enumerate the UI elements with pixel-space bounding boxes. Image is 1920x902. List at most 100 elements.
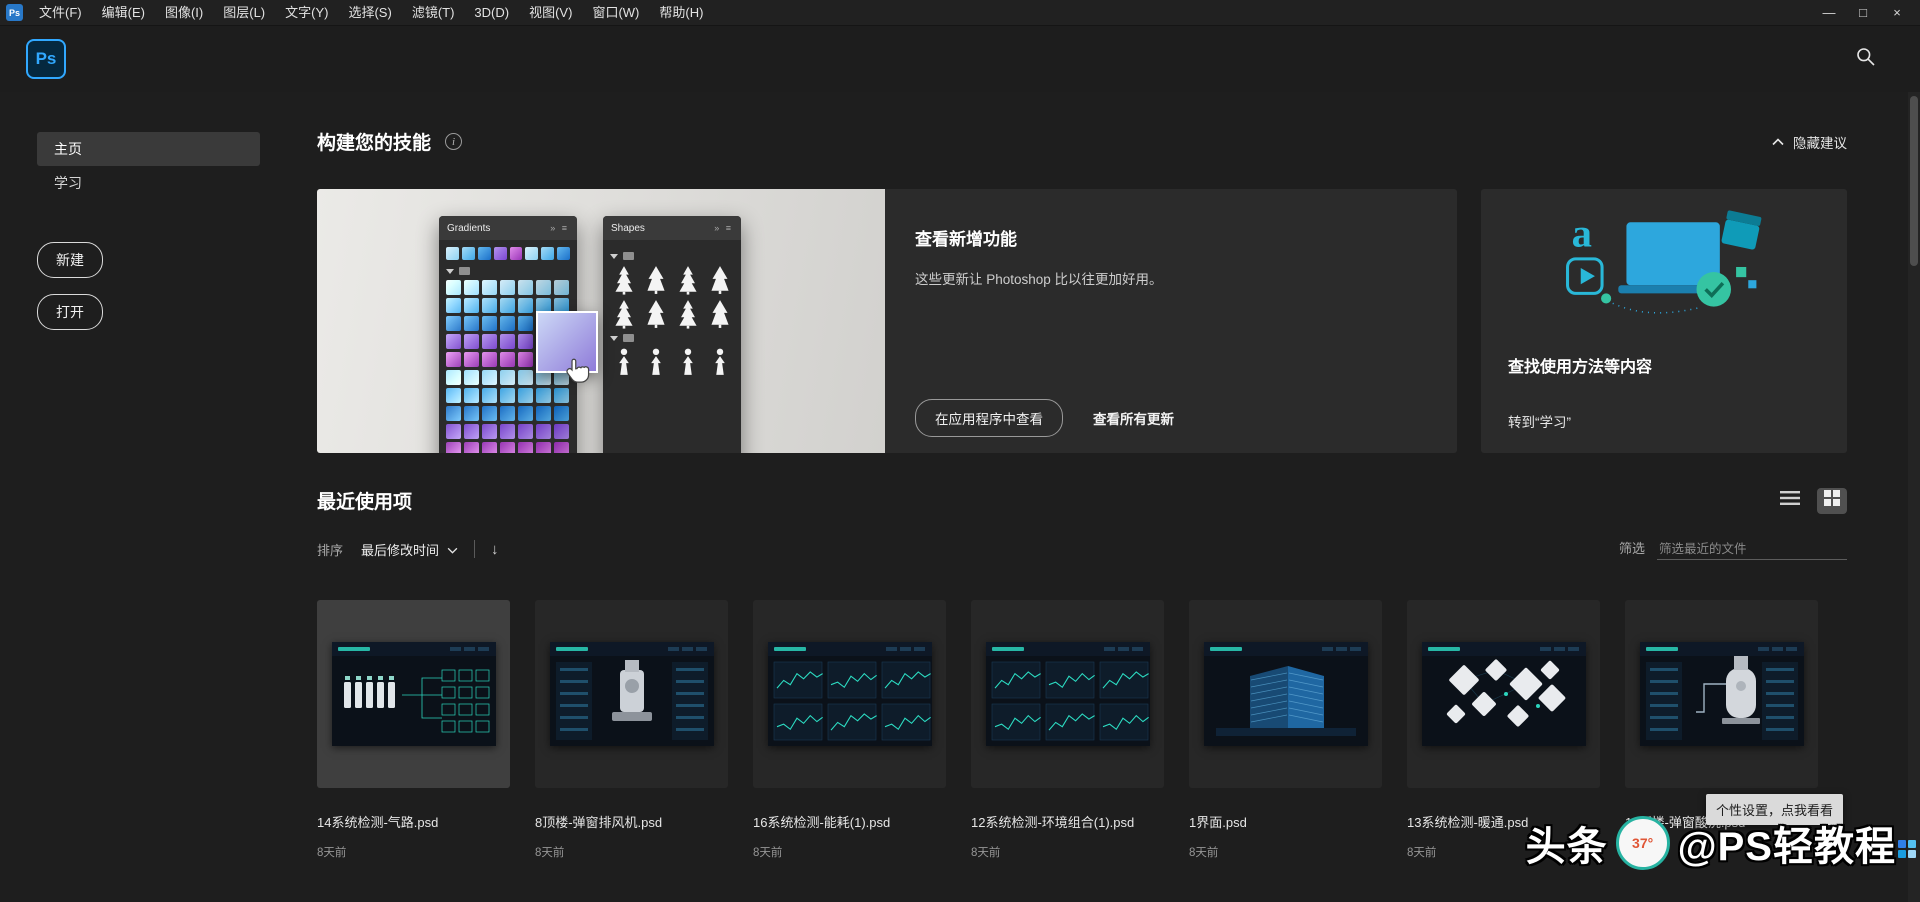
sidebar-item-learn[interactable]: 学习 <box>37 166 260 200</box>
menu-item[interactable]: 3D(D) <box>464 0 519 26</box>
whats-new-copy: 查看新增功能 这些更新让 Photoshop 比以往更加好用。 在应用程序中查看… <box>885 189 1457 453</box>
menu-item[interactable]: 编辑(E) <box>92 0 155 26</box>
sidebar-item-home[interactable]: 主页 <box>37 132 260 166</box>
gradient-swatch <box>500 298 515 313</box>
gradient-swatch <box>482 388 497 403</box>
info-icon[interactable]: i <box>445 133 462 150</box>
grid-view-button[interactable] <box>1817 488 1847 514</box>
gradient-swatch <box>464 388 479 403</box>
gradient-swatch <box>518 298 533 313</box>
new-file-button[interactable]: 新建 <box>37 242 103 278</box>
sort-label: 排序 <box>317 540 343 559</box>
sort-direction-button[interactable]: ↓ <box>491 541 499 558</box>
gradient-swatch <box>500 352 515 367</box>
gradient-swatch <box>482 406 497 421</box>
list-view-icon <box>1780 490 1800 511</box>
view-toggles <box>1775 488 1847 514</box>
filter-input[interactable] <box>1657 539 1847 560</box>
menu-item[interactable]: 选择(S) <box>338 0 401 26</box>
watermark-handle: @PS轻教程 <box>1678 814 1896 872</box>
gradient-swatch <box>536 280 551 295</box>
chevron-down-icon <box>447 542 458 557</box>
file-card[interactable]: 1界面.psd 8天前 <box>1189 600 1382 860</box>
view-in-app-button[interactable]: 在应用程序中查看 <box>915 399 1063 437</box>
menu-item[interactable]: 图层(L) <box>213 0 275 26</box>
whats-new-banner-image: Gradients » ≡ <box>317 189 885 453</box>
view-all-updates-button[interactable]: 查看所有更新 <box>1093 408 1174 428</box>
hide-suggestions-button[interactable]: 隐藏建议 <box>1772 132 1847 152</box>
gradient-folder-row <box>446 267 570 275</box>
gradient-preset-strip <box>446 247 570 260</box>
file-card[interactable]: 12系统检测-环境组合(1).psd 8天前 <box>971 600 1164 860</box>
close-button[interactable]: × <box>1880 0 1914 26</box>
gradient-swatch <box>482 316 497 331</box>
file-thumbnail <box>550 642 714 746</box>
gradient-chip <box>462 247 475 260</box>
menu-item[interactable]: 图像(I) <box>155 0 213 26</box>
small-grid-icon <box>1898 840 1916 858</box>
file-card[interactable]: 8顶楼-弹窗排风机.psd 8天前 <box>535 600 728 860</box>
window-controls: — □ × <box>1812 0 1914 26</box>
scrollbar-thumb[interactable] <box>1910 96 1918 266</box>
file-card-face <box>1189 600 1382 788</box>
tree-shape-icon <box>706 299 734 329</box>
search-icon <box>1855 46 1876 72</box>
search-button[interactable] <box>1850 44 1880 74</box>
gradient-chip <box>510 247 523 260</box>
gradient-swatch <box>518 406 533 421</box>
menu-item[interactable]: 视图(V) <box>519 0 582 26</box>
watermark-prefix: 头条 <box>1526 814 1608 872</box>
menu-item[interactable]: 文件(F) <box>29 0 92 26</box>
recent-title: 最近使用项 <box>317 487 412 514</box>
menu-item[interactable]: 帮助(H) <box>649 0 713 26</box>
gradient-swatch <box>554 280 569 295</box>
whats-new-card: Gradients » ≡ <box>317 189 1457 453</box>
file-card-face <box>753 600 946 788</box>
sidebar: 主页 学习 新建 打开 <box>0 92 300 902</box>
hide-suggestions-label: 隐藏建议 <box>1793 132 1847 152</box>
shape-figure-grid <box>610 347 734 377</box>
file-card-face <box>1625 600 1818 788</box>
file-thumbnail <box>1422 642 1586 746</box>
gradient-swatch <box>554 424 569 439</box>
gradient-swatch <box>518 316 533 331</box>
gradient-chip <box>478 247 491 260</box>
list-view-button[interactable] <box>1775 488 1805 514</box>
gradient-swatch <box>464 334 479 349</box>
vertical-divider <box>474 540 475 558</box>
gradient-swatch <box>518 280 533 295</box>
gradients-panel-title: Gradients <box>447 223 490 234</box>
go-to-learn-link[interactable]: 转到“学习” <box>1508 411 1820 431</box>
figure-shape-icon <box>610 347 638 377</box>
gradient-chip <box>525 247 538 260</box>
gradient-swatch <box>554 406 569 421</box>
gradient-swatch <box>482 370 497 385</box>
ps-app-icon: Ps <box>6 4 23 21</box>
figure-shape-icon <box>674 347 702 377</box>
learn-card[interactable]: a <box>1481 189 1847 453</box>
menu-bar-items: 文件(F)编辑(E)图像(I)图层(L)文字(Y)选择(S)滤镜(T)3D(D)… <box>29 0 713 26</box>
gradient-swatch <box>482 334 497 349</box>
file-name: 8顶楼-弹窗排风机.psd <box>535 812 728 831</box>
open-file-button[interactable]: 打开 <box>37 294 103 330</box>
sort-dropdown-value: 最后修改时间 <box>361 540 439 559</box>
menu-item[interactable]: 窗口(W) <box>582 0 649 26</box>
whats-new-actions: 在应用程序中查看 查看所有更新 <box>915 399 1427 437</box>
file-time: 8天前 <box>1189 844 1382 860</box>
tree-shape-icon <box>674 299 702 329</box>
file-card[interactable]: 16系统检测-能耗(1).psd 8天前 <box>753 600 946 860</box>
gradient-swatch <box>464 406 479 421</box>
file-card[interactable]: 14系统检测-气路.psd 8天前 <box>317 600 510 860</box>
gradient-swatch <box>464 424 479 439</box>
gradient-swatch <box>518 370 533 385</box>
file-thumbnail <box>332 642 496 746</box>
menu-item[interactable]: 滤镜(T) <box>402 0 465 26</box>
gradient-swatch <box>446 280 461 295</box>
minimize-button[interactable]: — <box>1812 0 1846 26</box>
file-time: 8天前 <box>753 844 946 860</box>
maximize-button[interactable]: □ <box>1846 0 1880 26</box>
caret-down-icon <box>446 269 454 274</box>
gradient-swatch <box>446 388 461 403</box>
sort-dropdown[interactable]: 最后修改时间 <box>361 540 458 559</box>
menu-item[interactable]: 文字(Y) <box>275 0 338 26</box>
